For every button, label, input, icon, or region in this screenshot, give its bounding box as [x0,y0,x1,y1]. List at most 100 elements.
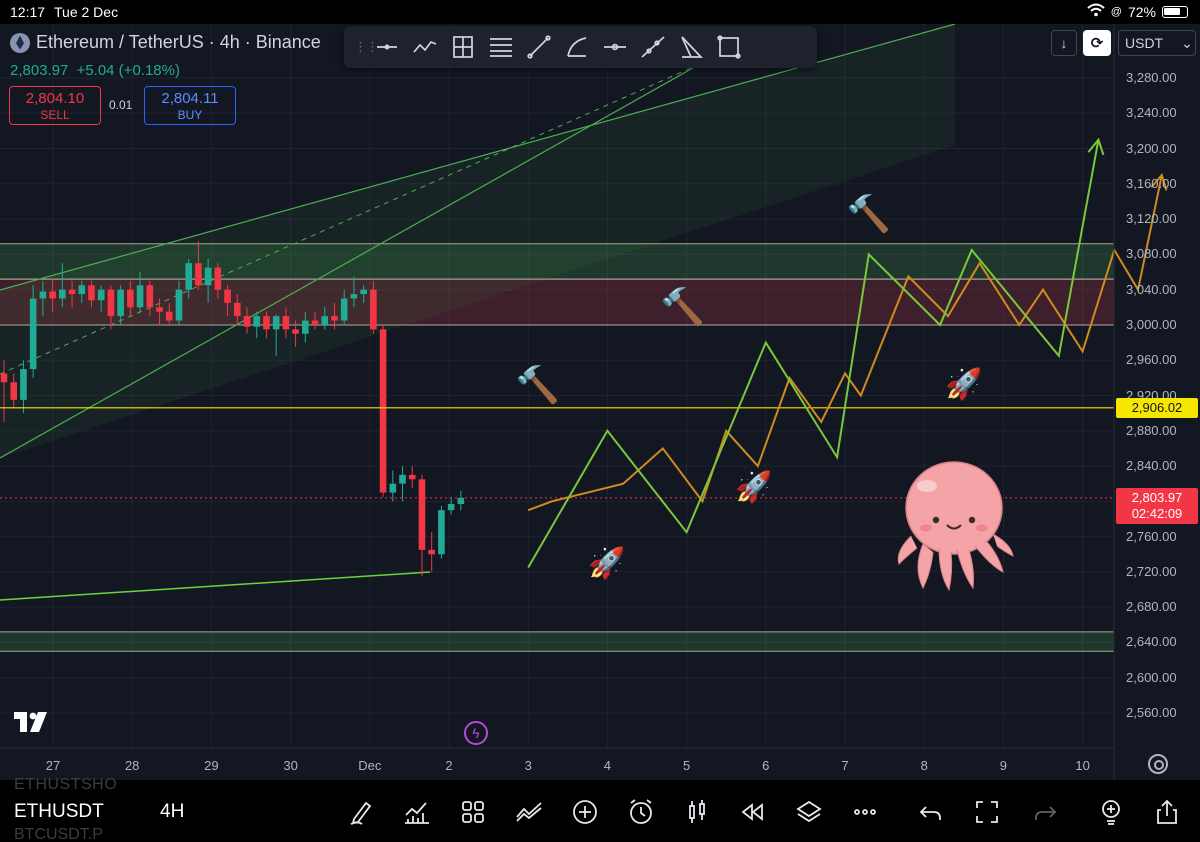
candle-body [175,289,183,321]
undo-icon[interactable] [916,797,946,827]
wifi-icon [1087,3,1105,20]
candle-body [39,291,47,299]
candle-body [408,474,416,480]
battery-percent: 72% [1127,3,1156,20]
triangle-pattern-tool[interactable] [672,28,710,66]
candle-body [10,382,18,400]
price-tick-label: 2,560.00 [1126,705,1177,720]
price-change: +5.04 (+0.18%) [76,62,180,79]
candle-body [447,503,455,511]
interval-selector[interactable]: 4H [160,801,184,823]
trend-line-tool[interactable] [520,28,558,66]
candle-body [156,307,163,312]
candle-body [370,289,377,330]
sync-button[interactable]: ⟳ [1083,30,1111,56]
status-bar: 12:17 Tue 2 Dec @ 72% [0,0,1200,24]
support-zone-green [0,631,1114,652]
status-date: Tue 2 Dec [54,4,119,20]
rocket-icon: 🚀 [735,471,773,504]
alert-icon[interactable] [626,797,656,827]
candle-body [117,289,124,317]
price-tick-label: 2,880.00 [1126,422,1177,438]
candle-body [195,263,202,286]
scroll-down-button[interactable]: ↓ [1051,30,1077,56]
extended-line-tool[interactable] [634,28,672,66]
candle-body [379,329,387,493]
time-tick-label: 5 [682,758,691,773]
horizontal-line-tool[interactable] [368,28,406,66]
price-tick-label: 2,680.00 [1126,599,1177,615]
time-tick-label: 4 [603,758,612,773]
candles-icon[interactable] [682,797,712,827]
fullscreen-icon[interactable] [972,797,1002,827]
candle-body [428,549,435,555]
price-tick-label: 3,120.00 [1126,211,1177,227]
time-tick-label: 3 [524,758,532,773]
candle-body [233,302,241,317]
candle-body [29,298,37,370]
hammer-icon: 🔨 [846,193,891,234]
time-tick-label: 8 [920,758,928,773]
pen-icon[interactable] [346,797,376,827]
candle-body [292,329,299,334]
buy-label: BUY [177,108,203,122]
time-tick-label: 30 [283,758,298,773]
layout-grid-icon[interactable] [458,797,488,827]
candle-body [243,316,251,327]
time-tick-label: 2 [445,758,453,773]
candle-body [68,289,76,295]
time-tick-label: 10 [1075,758,1090,773]
price-tick-label: 3,280.00 [1126,70,1177,85]
indicators-icon[interactable] [402,797,432,827]
lightning-icon[interactable]: ϟ [464,721,488,745]
more-icon[interactable] [850,797,880,827]
yellow-level-label: 2,906.02 [1116,398,1198,418]
trend-line-support [0,571,431,601]
currency-label: USDT [1125,35,1164,51]
price-tick-label: 2,720.00 [1126,563,1177,579]
candle-body [49,291,56,299]
ideas-icon[interactable] [1096,797,1126,827]
candle-body [224,289,231,303]
candle-body [311,320,319,325]
sell-label: SELL [40,108,70,122]
replay-icon[interactable] [738,797,768,827]
share-icon[interactable] [1152,797,1182,827]
horizontal-ray-tool[interactable] [596,28,634,66]
redo-icon[interactable] [1030,797,1060,827]
price-tick-label: 3,040.00 [1126,281,1177,297]
status-time: 12:17 [10,4,46,20]
position-tool[interactable] [444,28,482,66]
symbol-title[interactable]: Ethereum / TetherUS · 4h · Binance [36,32,321,53]
sell-button[interactable]: 2,804.10 SELL [9,86,101,125]
drag-handle-icon[interactable]: ⋮⋮ [354,39,379,55]
arc-tool[interactable] [558,28,596,66]
candle-body [88,285,95,301]
candle-body [20,369,27,400]
candle-body [59,289,66,299]
candle-body [272,316,280,330]
last-price: 2,803.97 [10,62,69,79]
rocket-icon: 🚀 [945,368,983,401]
price-tick-label: 3,200.00 [1126,140,1177,156]
candle-body [185,263,192,290]
candle-body [331,316,338,321]
symbol-selector[interactable]: ETHUSDT [14,801,104,823]
layers-icon[interactable] [794,797,824,827]
channel-tool[interactable] [482,28,520,66]
add-icon[interactable] [570,797,600,827]
chart-settings-icon[interactable] [1148,754,1168,774]
rectangle-tool[interactable] [710,28,748,66]
sell-price: 2,804.10 [25,90,85,107]
current-price-label: 2,803.97 02:42:09 [1116,488,1198,524]
path-tool[interactable] [406,28,444,66]
buy-price: 2,804.11 [161,90,219,107]
buy-button[interactable]: 2,804.11 BUY [144,86,236,125]
currency-select[interactable]: USDT ⌄ [1118,30,1196,56]
symbol-header[interactable]: Ethereum / TetherUS · 4h · Binance [10,32,321,53]
do-not-disturb-icon: @ [1110,5,1122,18]
price-chart[interactable] [0,24,1200,780]
price-tick-label: 3,080.00 [1126,246,1177,262]
compare-icon[interactable] [514,797,544,827]
battery-icon [1162,5,1188,18]
